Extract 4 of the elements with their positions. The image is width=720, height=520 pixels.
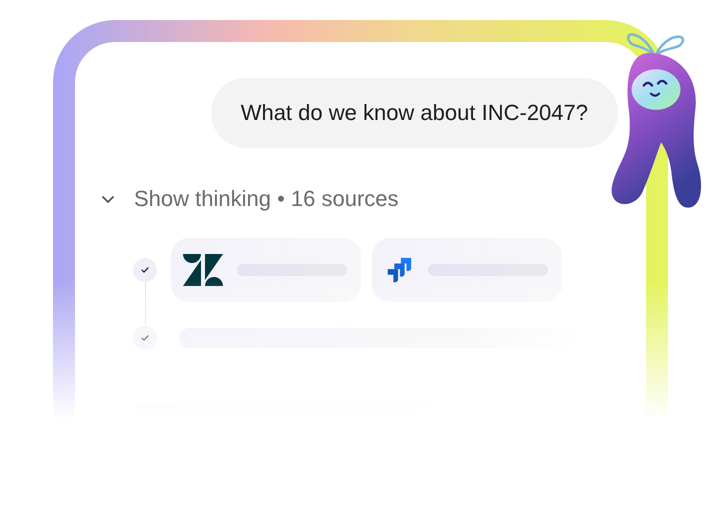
source-chip[interactable]	[171, 238, 361, 302]
question-bubble: What do we know about INC-2047?	[210, 78, 618, 148]
show-thinking-toggle[interactable]: Show thinking • 16 sources	[100, 186, 399, 212]
logo-icon	[183, 254, 223, 286]
